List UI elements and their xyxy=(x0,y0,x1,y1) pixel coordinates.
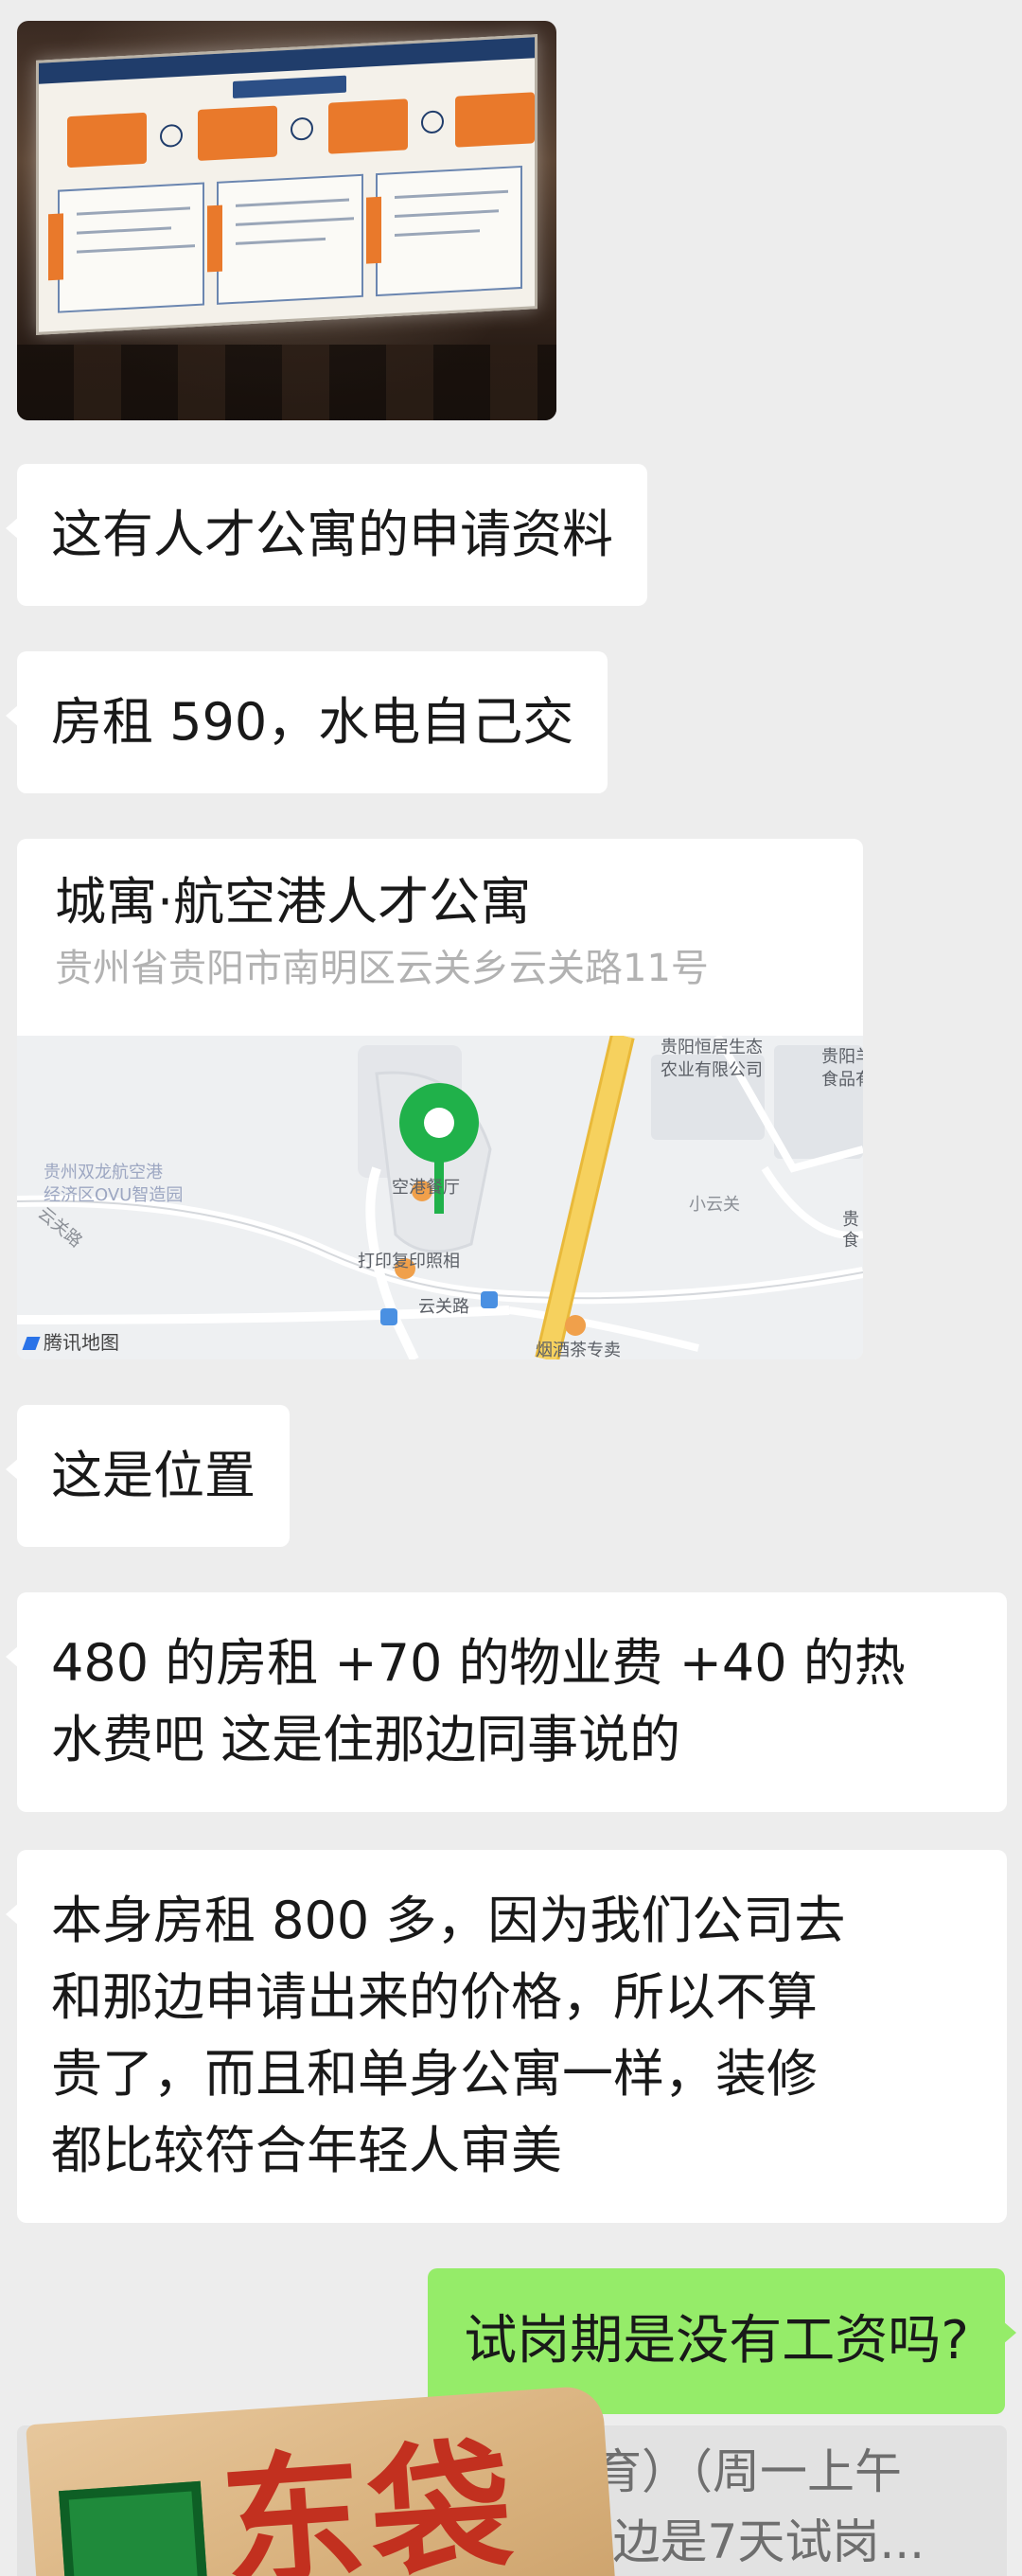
photo-arrow-icon xyxy=(291,116,313,141)
photo-panel-tag xyxy=(366,196,381,264)
photo-step-box xyxy=(198,105,277,161)
message-text: 房租 590，水电自己交 xyxy=(51,692,574,752)
photo-step-box xyxy=(328,98,408,154)
message-text-line: 贵了，而且和单身公寓一样，装修 xyxy=(51,2044,818,2104)
message-bubble[interactable]: 这是位置 xyxy=(6,1405,290,1547)
photo-arrow-icon xyxy=(421,110,444,134)
photo-panel-tag xyxy=(48,213,63,281)
map-label: 空港餐厅 xyxy=(392,1178,460,1198)
map-label: 农业有限公司 xyxy=(661,1060,763,1080)
location-map[interactable]: 贵阳恒居生态 农业有限公司 贵阳羊 食品有 贵州双龙航空港 经济区OVU智造园 … xyxy=(17,1036,863,1359)
photo-screen-title xyxy=(233,75,346,98)
map-label: 食品有 xyxy=(821,1070,863,1090)
message-text-line: 本身房租 800 多，因为我们公司去 xyxy=(51,1891,846,1950)
message-text: 这是位置 xyxy=(51,1446,256,1505)
map-label: 打印复印照相 xyxy=(358,1252,460,1271)
map-label: 烟酒茶专卖 xyxy=(536,1341,621,1359)
map-label: 经济区OVU智造园 xyxy=(44,1185,184,1205)
tencent-map-icon xyxy=(22,1337,41,1350)
message-bubble[interactable]: 480 的房租 +70 的物业费 +40 的热 水费吧 这是住那边同事说的 xyxy=(6,1592,1007,1812)
message-bubble[interactable]: 本身房租 800 多，因为我们公司去 和那边申请出来的价格，所以不算 贵了，而且… xyxy=(6,1850,1007,2223)
photo-step-box xyxy=(67,112,147,169)
message-text-line: 水费吧 这是住那边同事说的 xyxy=(51,1710,681,1769)
location-address: 贵州省贵阳市南明区云关乡云关路11号 xyxy=(55,947,709,990)
photo-step-box xyxy=(455,92,535,148)
message-text: 这有人才公寓的申请资料 xyxy=(51,505,613,564)
photo-panel-tag xyxy=(207,204,222,273)
photo-seats xyxy=(17,345,556,420)
map-provider-logo: 腾讯地图 xyxy=(22,1327,119,1355)
watermark-text: 东袋 xyxy=(216,2422,523,2576)
message-bubble[interactable]: 房租 590，水电自己交 xyxy=(5,651,608,793)
map-label: 食 xyxy=(842,1231,859,1251)
map-label: 贵阳羊 xyxy=(821,1047,863,1067)
map-provider-name: 腾讯地图 xyxy=(44,1331,119,1354)
map-label: 云关路 xyxy=(418,1297,469,1317)
map-label: 小云关 xyxy=(689,1195,740,1215)
message-photo[interactable] xyxy=(17,21,556,420)
map-label: 贵 xyxy=(842,1210,859,1230)
location-message-card[interactable]: 城寓·航空港人才公寓 贵州省贵阳市南明区云关乡云关路11号 贵阳恒居生态 农业有… xyxy=(17,839,863,1359)
watermark-logo-icon xyxy=(59,2480,211,2576)
message-text-line: 都比较符合年轻人审美 xyxy=(51,2121,562,2180)
watermark-sticker: 东袋 xyxy=(26,2384,616,2576)
photo-projector-screen xyxy=(36,34,537,335)
message-text-line: 和那边申请出来的价格，所以不算 xyxy=(51,1967,818,2027)
message-text-line: 480 的房租 +70 的物业费 +40 的热 xyxy=(51,1633,906,1693)
map-label: 贵阳恒居生态 xyxy=(661,1038,763,1057)
photo-arrow-icon xyxy=(160,123,183,149)
location-title: 城寓·航空港人才公寓 xyxy=(55,872,532,932)
message-text: 试岗期是没有工资吗? xyxy=(464,2310,969,2372)
message-bubble[interactable]: 这有人才公寓的申请资料 xyxy=(6,464,647,606)
map-label: 贵州双龙航空港 xyxy=(44,1163,163,1182)
